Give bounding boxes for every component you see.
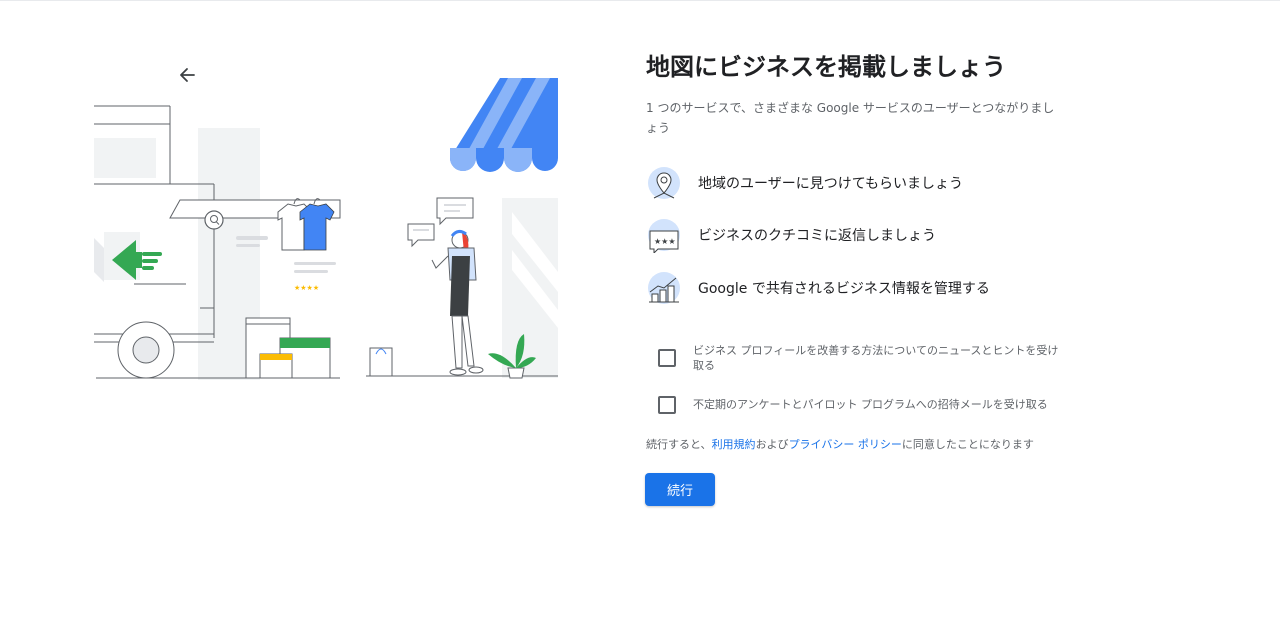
survey-label[interactable]: 不定期のアンケートとパイロット プログラムへの招待メールを受け取る <box>693 397 1061 412</box>
newsletter-option: ビジネス プロフィールを改善する方法についてのニュースとヒントを受け取る <box>658 343 1061 373</box>
signup-panel: 地図にビジネスを掲載しましょう 1 つのサービスで、さまざまな Google サ… <box>646 50 1076 138</box>
svg-text:★★★★: ★★★★ <box>294 284 319 292</box>
survey-checkbox[interactable] <box>658 396 676 414</box>
chart-icon <box>648 272 680 304</box>
continue-button[interactable]: 続行 <box>645 473 715 506</box>
map-pin-icon <box>648 167 680 199</box>
page-subtitle: 1 つのサービスで、さまざまな Google サービスのユーザーとつながりましょ… <box>646 101 1055 135</box>
legal-suffix: に同意したことになります <box>901 438 1034 451</box>
benefit-item: ★★★ ビジネスのクチコミに返信しましょう <box>646 215 936 255</box>
legal-notice: 続行すると、利用規約およびプライバシー ポリシーに同意したことになります <box>646 436 1034 452</box>
privacy-link[interactable]: プライバシー ポリシー <box>789 438 902 451</box>
survey-option: 不定期のアンケートとパイロット プログラムへの招待メールを受け取る <box>658 396 1061 414</box>
legal-prefix: 続行すると、 <box>646 438 712 451</box>
top-divider <box>0 0 1280 1</box>
page-title: 地図にビジネスを掲載しましょう <box>646 53 1006 81</box>
benefit-text: ビジネスのクチコミに返信しましょう <box>698 228 936 244</box>
benefit-item: Google で共有されるビジネス情報を管理する <box>646 268 990 308</box>
legal-middle: および <box>755 438 789 451</box>
svg-text:★★★: ★★★ <box>654 237 676 246</box>
newsletter-checkbox[interactable] <box>658 349 676 367</box>
terms-link[interactable]: 利用規約 <box>712 438 756 451</box>
benefit-text: 地域のユーザーに見つけてもらいましょう <box>698 176 964 192</box>
benefit-item: 地域のユーザーに見つけてもらいましょう <box>646 163 963 203</box>
benefit-text: Google で共有されるビジネス情報を管理する <box>698 281 990 297</box>
newsletter-label[interactable]: ビジネス プロフィールを改善する方法についてのニュースとヒントを受け取る <box>693 343 1061 373</box>
review-stars-icon: ★★★ <box>648 219 680 253</box>
storefront-illustration: ★★★★ <box>94 78 558 380</box>
